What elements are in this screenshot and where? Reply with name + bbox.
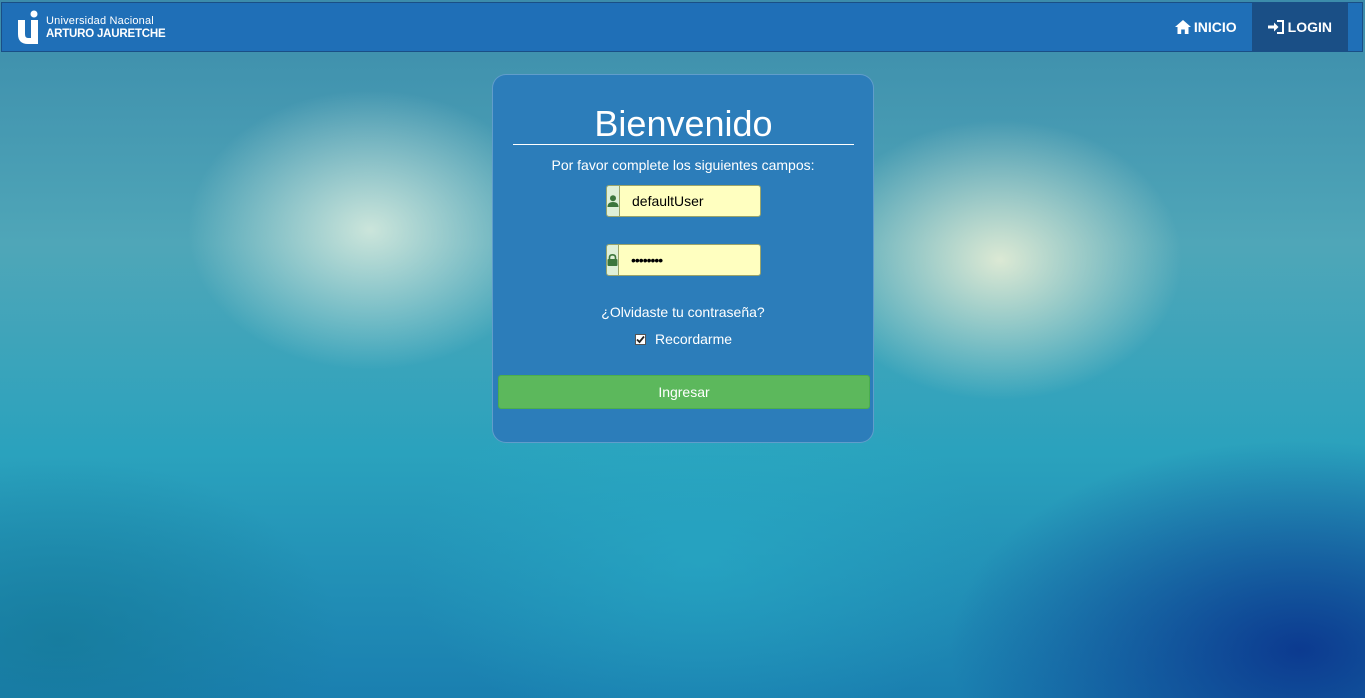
remember-me[interactable]: Recordarme <box>635 331 732 347</box>
unaj-logo-icon <box>18 10 38 44</box>
nav-inicio-label: INICIO <box>1193 19 1237 35</box>
remember-checkbox[interactable] <box>635 333 646 345</box>
submit-button[interactable]: Ingresar <box>498 375 870 409</box>
brand-logo[interactable]: Universidad Nacional ARTURO JAURETCHE <box>16 9 166 47</box>
lock-icon <box>607 254 618 266</box>
welcome-title: Bienvenido <box>513 103 854 145</box>
password-addon <box>607 245 619 275</box>
username-input[interactable] <box>620 186 760 216</box>
instructions-text: Por favor complete los siguientes campos… <box>551 157 815 173</box>
password-input[interactable] <box>619 245 760 275</box>
brand-line2: ARTURO JAURETCHE <box>46 28 166 40</box>
username-group <box>606 185 761 217</box>
nav-login-label: LOGIN <box>1287 19 1332 35</box>
brand-text: Universidad Nacional ARTURO JAURETCHE <box>46 15 166 41</box>
user-icon <box>607 195 619 207</box>
forgot-password-link[interactable]: ¿Olvidaste tu contraseña? <box>493 304 873 320</box>
nav-inicio-link[interactable]: INICIO <box>1160 3 1252 51</box>
home-icon <box>1174 20 1191 34</box>
nav-login-link[interactable]: LOGIN <box>1251 3 1348 51</box>
top-navbar: Universidad Nacional ARTURO JAURETCHE IN… <box>1 2 1363 52</box>
brand-line1: Universidad Nacional <box>46 15 154 27</box>
username-addon <box>607 186 620 216</box>
remember-label: Recordarme <box>655 331 733 347</box>
login-panel: Bienvenido Por favor complete los siguie… <box>492 74 874 443</box>
login-icon <box>1267 20 1284 34</box>
nav-links: INICIO LOGIN <box>1160 3 1348 51</box>
password-group <box>606 244 761 276</box>
checkmark-icon <box>636 335 645 343</box>
